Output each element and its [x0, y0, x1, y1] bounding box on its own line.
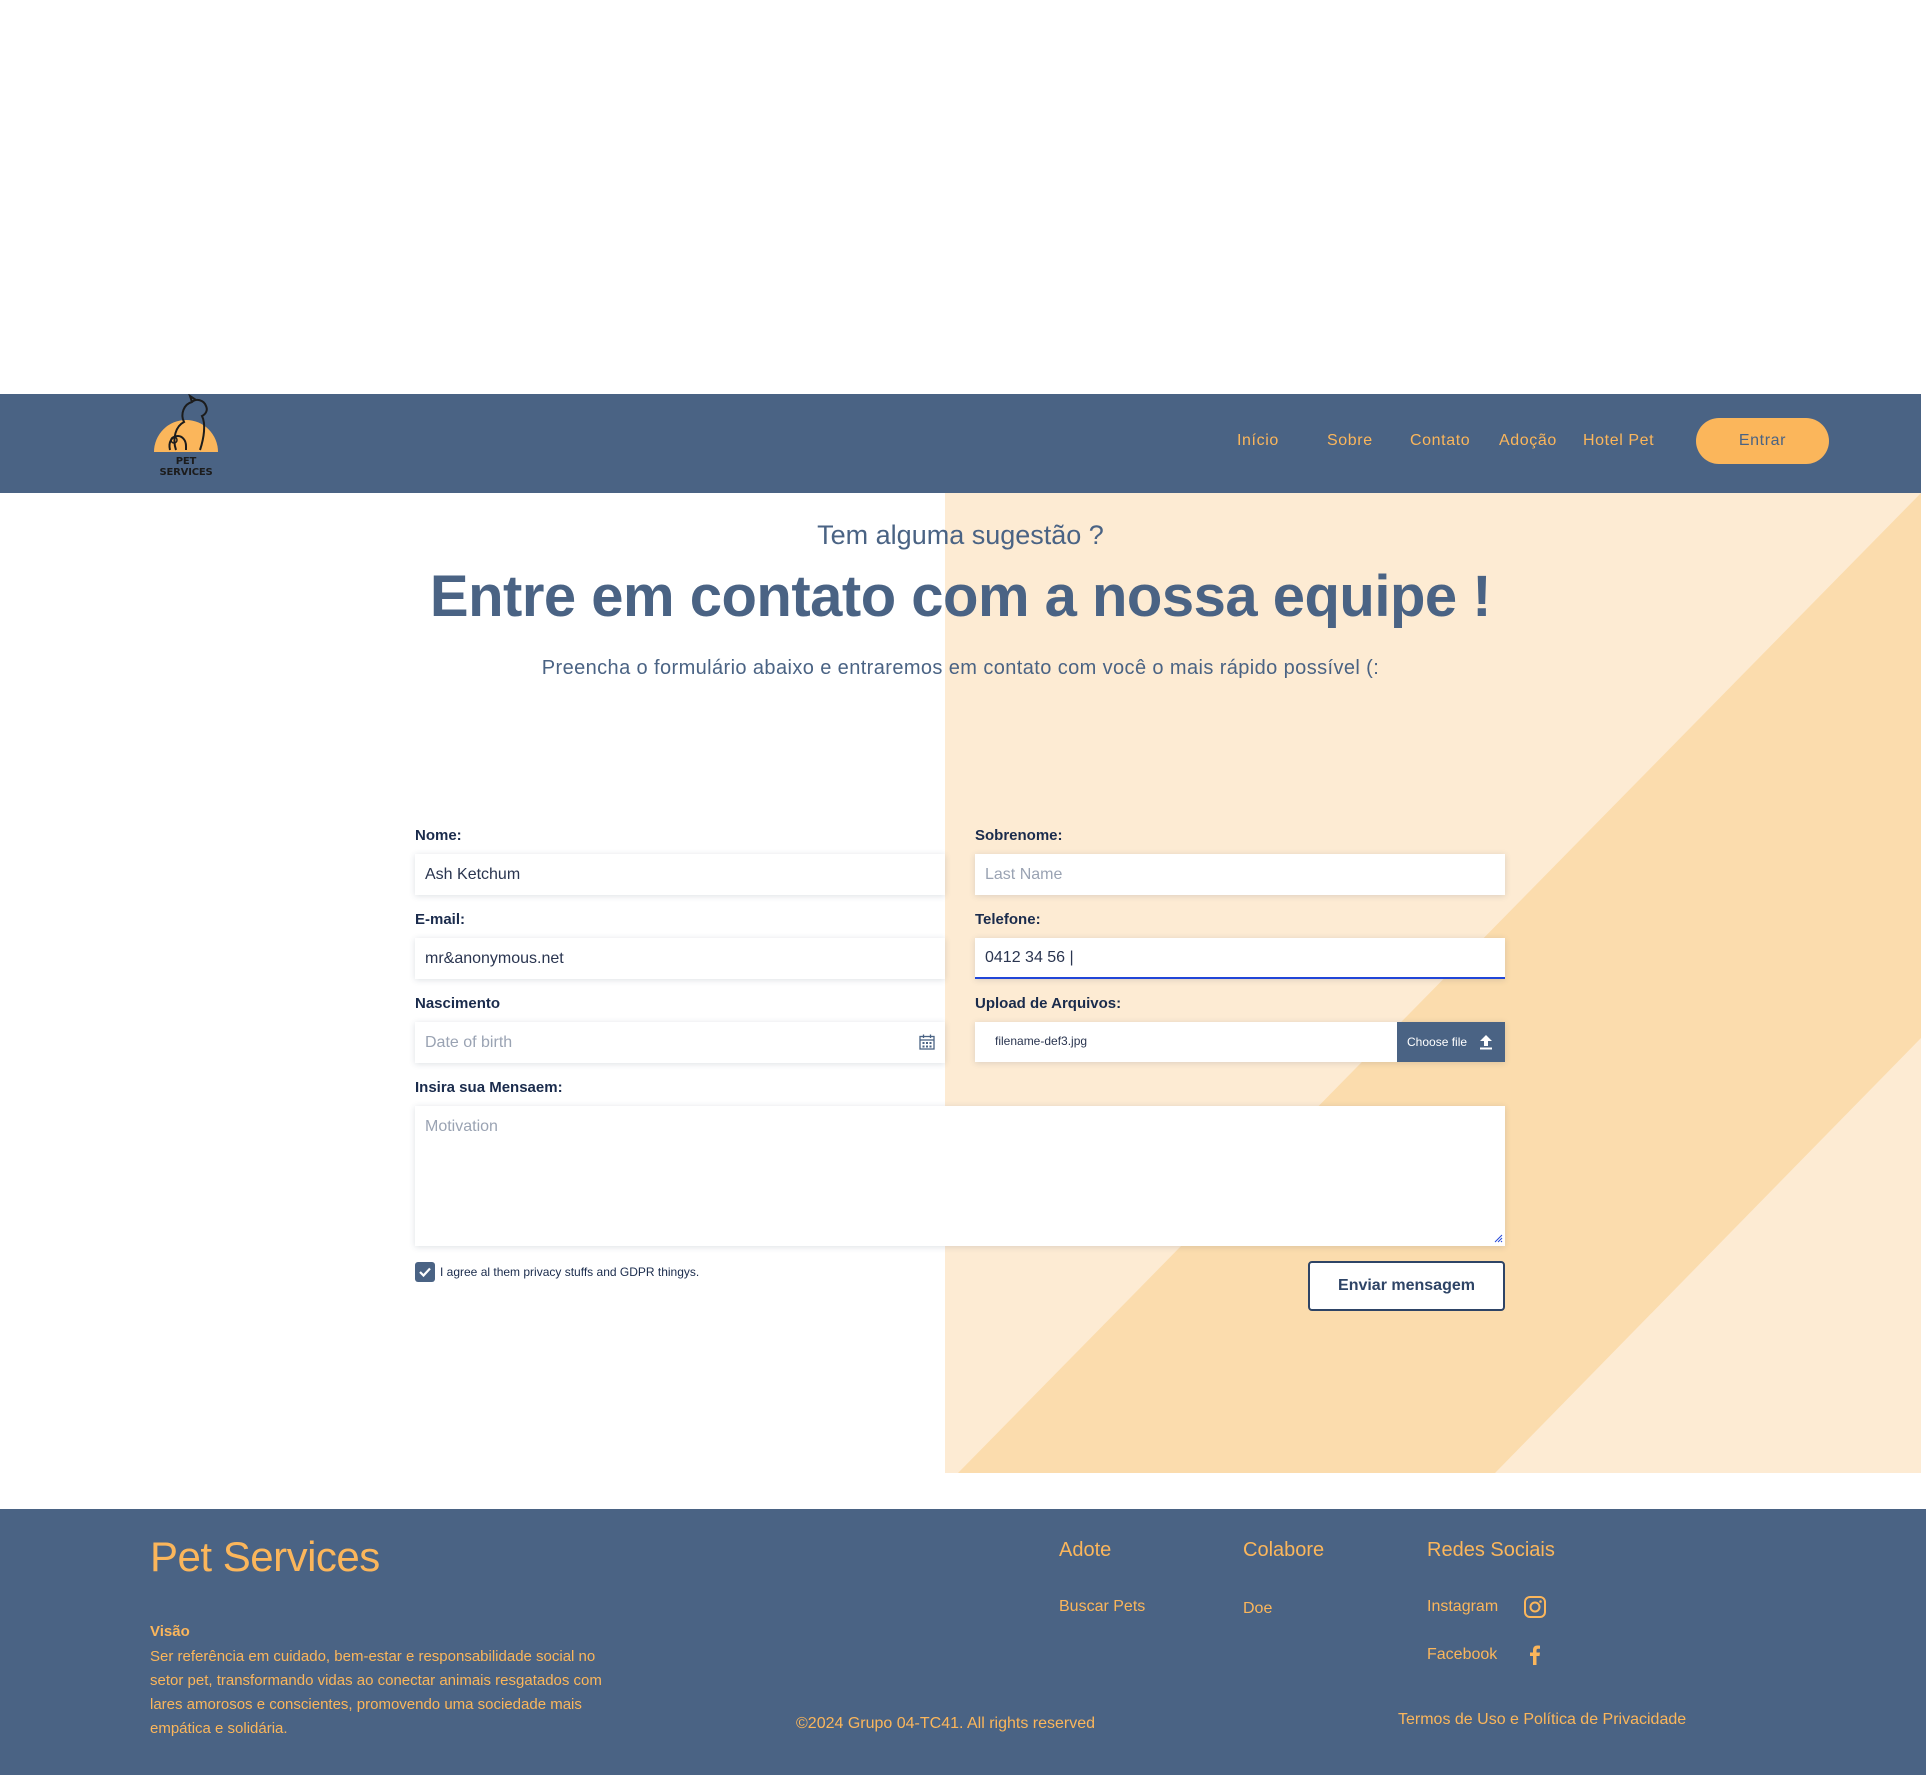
login-button[interactable]: Entrar: [1696, 418, 1829, 464]
calendar-icon[interactable]: [919, 1034, 935, 1050]
message-label: Insira sua Mensaem:: [415, 1079, 563, 1096]
birth-label: Nascimento: [415, 995, 501, 1012]
navbar: PET SERVICES Início Sobre Contato Adoção…: [0, 394, 1921, 493]
first-name-input[interactable]: [415, 854, 945, 895]
nav-contato[interactable]: Contato: [1410, 432, 1470, 450]
upload-label: Upload de Arquivos:: [975, 995, 1122, 1012]
vision-title: Visão: [150, 1623, 190, 1640]
email-input[interactable]: [415, 938, 945, 979]
instagram-icon[interactable]: [1523, 1595, 1547, 1619]
copyright: ©2024 Grupo 04-TC41. All rights reserved: [796, 1715, 1096, 1732]
last-name-label: Sobrenome:: [975, 827, 1063, 844]
footer-social-title: Redes Sociais: [1427, 1539, 1555, 1561]
vision-text: Ser referência em cuidado, bem-estar e r…: [150, 1648, 602, 1737]
send-message-button[interactable]: Enviar mensagem: [1308, 1261, 1505, 1311]
logo-wordmark: PET SERVICES: [159, 456, 213, 478]
nav-hotel-pet[interactable]: Hotel Pet: [1583, 432, 1654, 450]
footer-link-instagram[interactable]: Instagram: [1427, 1598, 1498, 1616]
file-name: filename-def3.jpg: [995, 1034, 1088, 1048]
hero-kicker: Tem alguma sugestão ?: [817, 520, 1104, 550]
phone-input[interactable]: [975, 938, 1505, 979]
checkmark-icon: [419, 1267, 431, 1278]
nav-sobre[interactable]: Sobre: [1327, 432, 1373, 450]
choose-file-button[interactable]: Choose file: [1397, 1022, 1505, 1062]
first-name-label: Nome:: [415, 827, 462, 844]
footer-link-facebook[interactable]: Facebook: [1427, 1646, 1497, 1664]
phone-label: Telefone:: [975, 911, 1041, 928]
file-upload-field[interactable]: filename-def3.jpg Choose file: [975, 1022, 1505, 1062]
footer-colabore-title: Colabore: [1243, 1539, 1325, 1561]
terms-link[interactable]: Termos de Uso e Política de Privacidade: [1398, 1711, 1686, 1729]
footer-brand: Pet Services: [150, 1533, 380, 1580]
footer-link-buscar-pets[interactable]: Buscar Pets: [1059, 1598, 1145, 1616]
footer: Pet Services Visão Ser referência em cui…: [0, 1509, 1926, 1775]
message-textarea[interactable]: [415, 1106, 1505, 1246]
footer-link-doe[interactable]: Doe: [1243, 1600, 1272, 1618]
email-label: E-mail:: [415, 911, 466, 928]
background-shapes: [945, 493, 1921, 1473]
choose-file-label: Choose file: [1407, 1035, 1468, 1049]
page-title: Entre em contato com a nossa equipe !: [429, 564, 1492, 629]
consent-checkbox[interactable]: [415, 1262, 435, 1282]
facebook-icon[interactable]: [1523, 1643, 1547, 1667]
footer-adote-title: Adote: [1059, 1539, 1112, 1561]
consent-label: I agree al them privacy stuffs and GDPR …: [440, 1265, 700, 1279]
nav-adocao[interactable]: Adoção: [1499, 432, 1557, 450]
nav-inicio[interactable]: Início: [1237, 432, 1279, 450]
hero-subtitle: Preencha o formulário abaixo e entraremo…: [541, 657, 1380, 679]
birth-date-input[interactable]: [415, 1022, 945, 1063]
resize-grip-icon[interactable]: [1494, 1234, 1503, 1243]
last-name-input[interactable]: [975, 854, 1505, 895]
upload-icon: [1480, 1035, 1492, 1050]
